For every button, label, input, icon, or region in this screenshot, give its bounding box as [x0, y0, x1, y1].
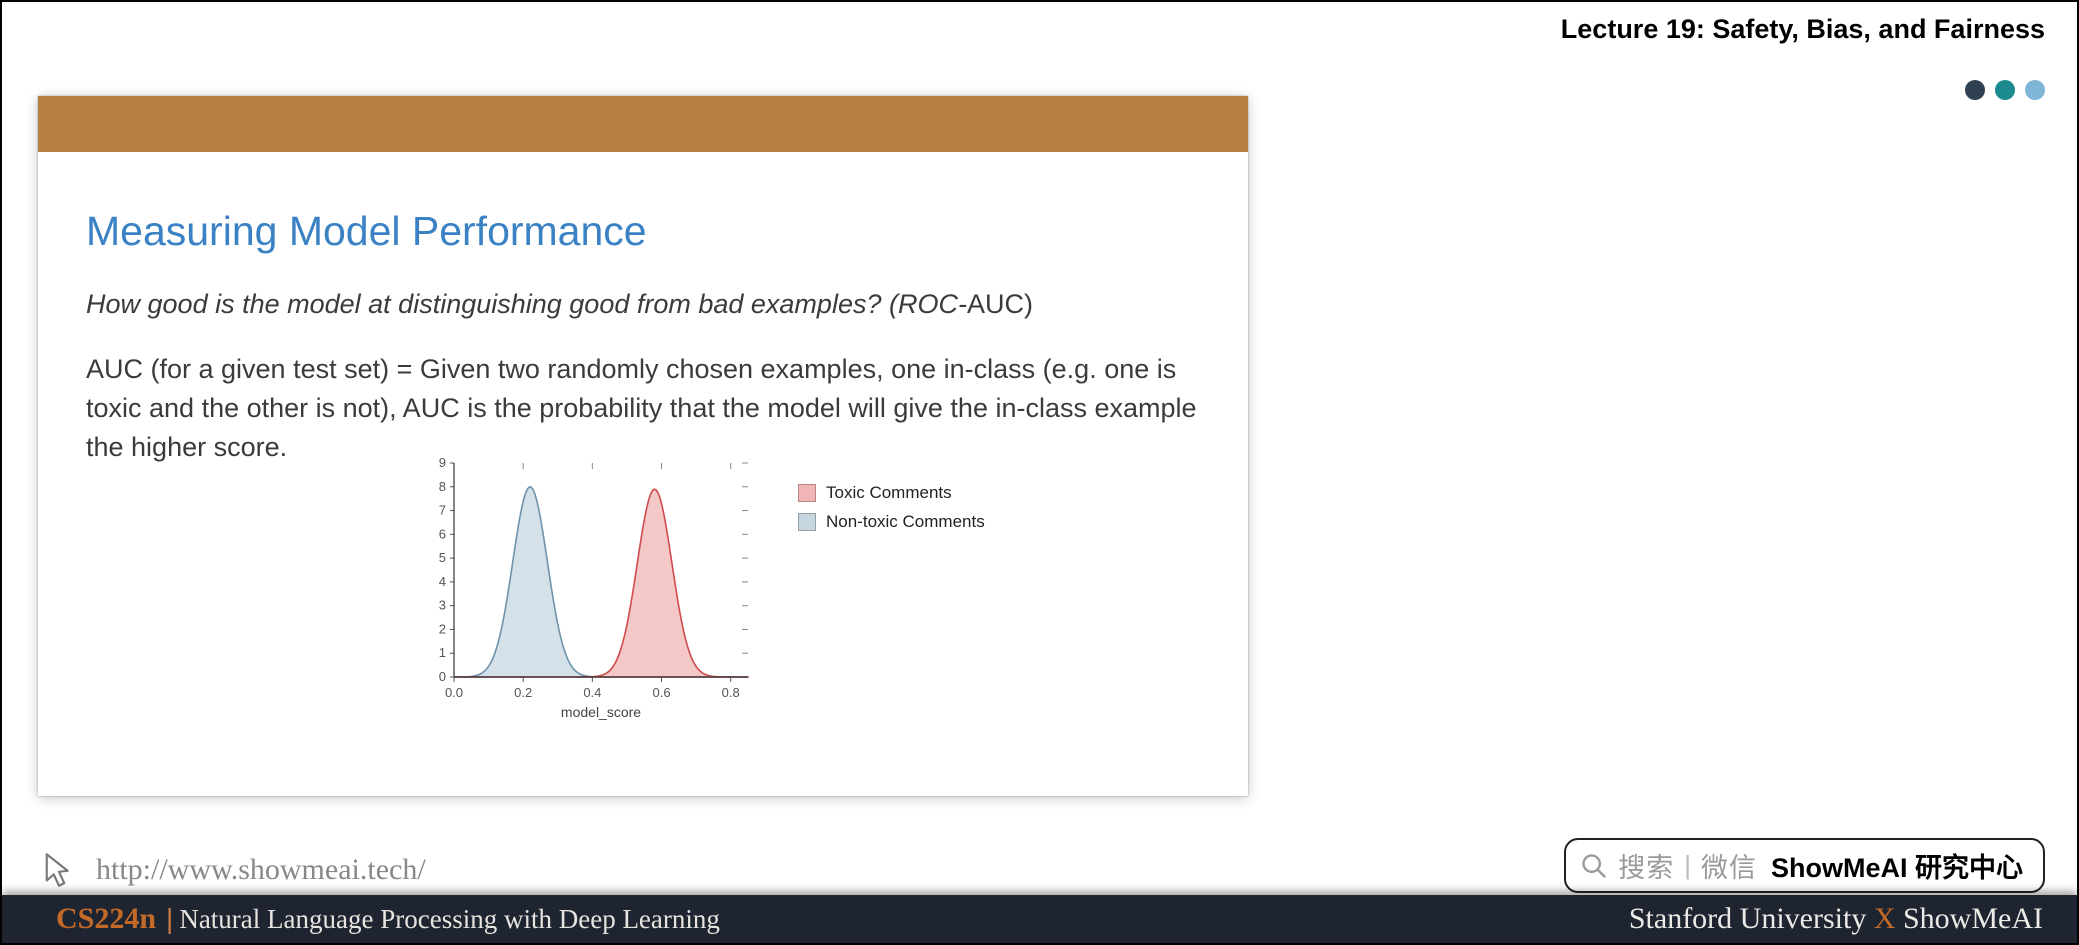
chart-container: 0 1 2 3 4 5 6 7 8 9 0.0 0.2 0.4 0.6 0.8 model_score [418, 453, 758, 728]
legend-item-toxic: Toxic Comments [798, 483, 985, 503]
slide-accent-bar [38, 96, 1248, 152]
lecture-title: Lecture 19: Safety, Bias, and Fairness [1561, 14, 2045, 45]
svg-text:0.4: 0.4 [583, 685, 601, 700]
search-bold: ShowMeAI 研究中心 [1771, 846, 2023, 885]
svg-text:0.0: 0.0 [445, 685, 463, 700]
svg-text:1: 1 [439, 646, 446, 661]
svg-text:6: 6 [439, 527, 446, 542]
svg-text:8: 8 [439, 479, 446, 494]
dot-icon [2025, 80, 2045, 100]
svg-text:0: 0 [439, 669, 446, 684]
dot-icon [1965, 80, 1985, 100]
url-text: http://www.showmeai.tech/ [96, 853, 426, 887]
legend-label: Non-toxic Comments [826, 512, 985, 532]
slide-description: AUC (for a given test set) = Given two r… [86, 350, 1204, 467]
search-box[interactable]: 搜索 | 微信 ShowMeAI 研究中心 [1564, 838, 2045, 893]
legend-swatch [798, 484, 816, 502]
dot-icon [1995, 80, 2015, 100]
footer-pipe: | [166, 903, 173, 935]
svg-text:3: 3 [439, 598, 446, 613]
footer-x: X [1874, 902, 1896, 935]
legend-swatch [798, 513, 816, 531]
legend-label: Toxic Comments [826, 483, 952, 503]
search-icon [1580, 852, 1608, 880]
search-divider: | [1684, 850, 1691, 881]
footer-right-suffix: ShowMeAI [1896, 902, 2044, 935]
footer-bar: CS224n | Natural Language Processing wit… [2, 895, 2077, 943]
cursor-icon [38, 849, 80, 891]
density-chart: 0 1 2 3 4 5 6 7 8 9 0.0 0.2 0.4 0.6 0.8 model_score [418, 453, 758, 723]
svg-text:0.8: 0.8 [722, 685, 740, 700]
slide-title: Measuring Model Performance [86, 208, 1204, 255]
svg-text:0.6: 0.6 [652, 685, 670, 700]
url-row: http://www.showmeai.tech/ [38, 849, 426, 891]
footer-right: Stanford University X ShowMeAI [1629, 902, 2043, 936]
search-mid: 微信 [1701, 846, 1757, 885]
course-code: CS224n [56, 902, 156, 936]
svg-text:9: 9 [439, 455, 446, 470]
slide-subtitle-plain: AUC) [967, 289, 1033, 319]
legend-item-nontoxic: Non-toxic Comments [798, 512, 985, 532]
slide-subtitle-italic: How good is the model at distinguishing … [86, 289, 967, 319]
slide-card: Measuring Model Performance How good is … [38, 96, 1248, 796]
footer-right-prefix: Stanford University [1629, 902, 1874, 935]
search-prefix: 搜索 [1618, 846, 1674, 885]
svg-text:4: 4 [439, 574, 446, 589]
svg-text:7: 7 [439, 503, 446, 518]
chart-row: 0 1 2 3 4 5 6 7 8 9 0.0 0.2 0.4 0.6 0.8 model_score Tox… [86, 453, 1204, 728]
brand-dots [1965, 80, 2045, 100]
svg-text:0.2: 0.2 [514, 685, 532, 700]
course-subtitle: Natural Language Processing with Deep Le… [179, 904, 720, 935]
svg-text:model_score: model_score [561, 704, 641, 720]
svg-text:2: 2 [439, 622, 446, 637]
chart-legend: Toxic Comments Non-toxic Comments [798, 483, 985, 541]
slide-subtitle: How good is the model at distinguishing … [86, 289, 1204, 320]
svg-text:5: 5 [439, 551, 446, 566]
slide-body: Measuring Model Performance How good is … [38, 152, 1248, 748]
